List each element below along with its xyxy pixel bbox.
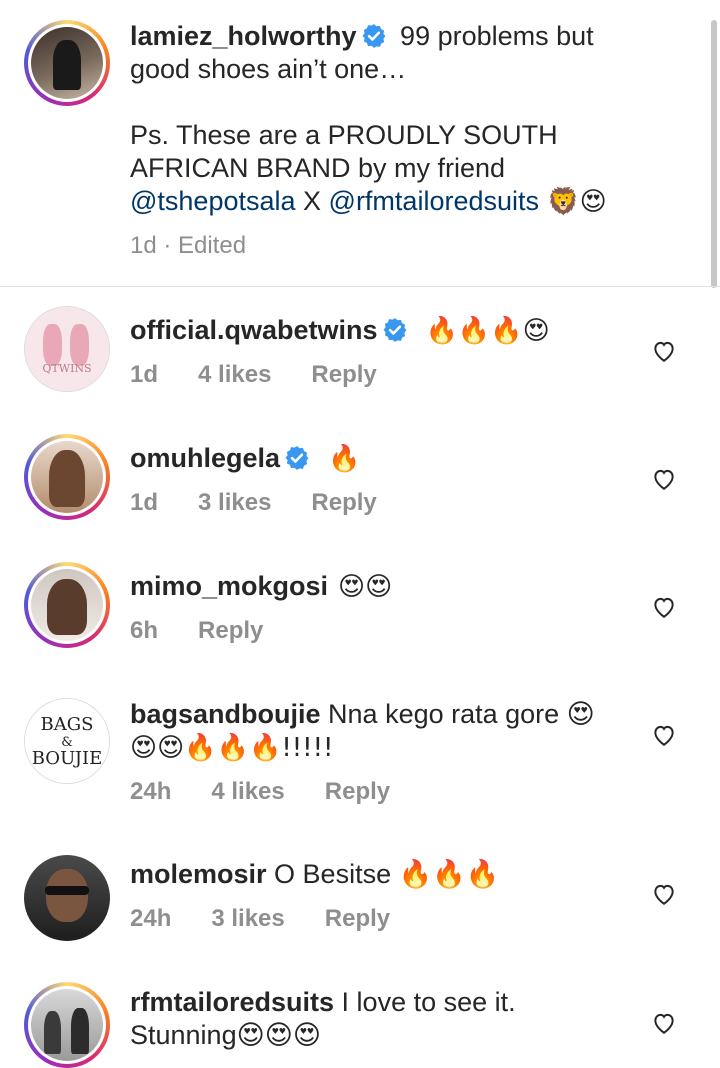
comment-likes[interactable]: 4 likes [211, 778, 284, 805]
heart-icon[interactable] [651, 1010, 677, 1036]
verified-badge-icon [383, 318, 407, 342]
comment-text: official.qwabetwins 🔥🔥🔥😍 [130, 314, 630, 348]
caption-divider [0, 286, 720, 287]
comment-body: I love to see it. [334, 987, 516, 1017]
comment-text: omuhlegela 🔥 [130, 442, 630, 476]
comment-meta: 6h Reply [130, 617, 303, 645]
comment-username[interactable]: molemosir [130, 859, 267, 889]
comment-reply-button[interactable]: Reply [198, 617, 263, 644]
comment-reply-button[interactable]: Reply [311, 361, 376, 388]
scrollbar[interactable] [711, 20, 717, 288]
avatar-qwabetwins[interactable]: QTWINS [24, 306, 110, 392]
avatar-lamiez[interactable] [24, 20, 110, 106]
comment-body: 🔥🔥🔥😍 [425, 316, 550, 346]
caption-joiner: X [295, 186, 329, 216]
comment-meta: 1d 3 likes Reply [130, 489, 417, 517]
heart-icon[interactable] [651, 881, 677, 907]
comment-reply-button[interactable]: Reply [325, 905, 390, 932]
avatar-photo [31, 569, 103, 641]
heart-icon[interactable] [651, 722, 677, 748]
avatar-photo [24, 855, 110, 941]
caption-username[interactable]: lamiez_holworthy [130, 21, 357, 51]
caption-separator: · [156, 232, 179, 259]
verified-badge-icon [362, 24, 386, 48]
avatar-bagsandboujie[interactable]: BAGS & BOUJIE [24, 698, 110, 784]
avatar-molemosir[interactable] [24, 855, 110, 941]
comment-username[interactable]: rfmtailoredsuits [130, 987, 334, 1017]
comment-body: 🔥 [328, 444, 361, 474]
comment-body: Nna kego rata gore 😍 [320, 699, 595, 729]
avatar-photo [31, 27, 103, 99]
avatar-photo [31, 441, 103, 513]
comment-body-line2: 😍😍🔥🔥🔥!!!!! [130, 733, 334, 763]
heart-icon[interactable] [651, 466, 677, 492]
caption-edited: Edited [178, 232, 247, 259]
avatar-photo: QTWINS [25, 307, 109, 391]
comment-username[interactable]: official.qwabetwins [130, 315, 378, 345]
avatar-rfmtailoredsuits[interactable] [24, 982, 110, 1068]
comment-reply-button[interactable]: Reply [311, 489, 376, 516]
comment-time: 24h [130, 905, 172, 932]
bags-logo-text: BAGS & BOUJIE [25, 714, 109, 769]
comment-time: 24h [130, 778, 172, 805]
caption-text: lamiez_holworthy 99 problems but good sh… [130, 20, 630, 219]
comment-username[interactable]: mimo_mokgosi [130, 571, 328, 601]
comment-meta: 24h 3 likes Reply [130, 905, 430, 933]
heart-icon[interactable] [651, 594, 677, 620]
comment-username[interactable]: omuhlegela [130, 443, 280, 473]
comment-time: 6h [130, 617, 159, 644]
comment-reply-button[interactable]: Reply [325, 778, 390, 805]
avatar-mimo[interactable] [24, 562, 110, 648]
comment-text: mimo_mokgosi 😍😍 [130, 570, 630, 604]
bags-logo-line1: BAGS [40, 714, 94, 735]
comment-body-line2: Stunning😍😍😍 [130, 1020, 322, 1050]
mention-rfmtailoredsuits[interactable]: @rfmtailoredsuits [329, 186, 539, 216]
comment-time: 1d [130, 489, 159, 516]
caption-line1: 99 problems but [392, 21, 594, 51]
caption-trail-emoji: 🦁😍 [539, 187, 607, 217]
comment-text: bagsandboujie Nna kego rata gore 😍 😍😍🔥🔥🔥… [130, 698, 630, 765]
bags-logo-line2: BOUJIE [31, 748, 103, 769]
avatar-photo [31, 989, 103, 1061]
mention-tshepotsala[interactable]: @tshepotsala [130, 186, 296, 216]
caption-line3: Ps. These are a PROUDLY SOUTH [130, 120, 558, 150]
comment-meta: 1d 4 likes Reply [130, 361, 417, 389]
heart-icon[interactable] [651, 338, 677, 364]
comment-meta: 24h 4 likes Reply [130, 778, 430, 806]
caption-meta: 1d · Edited [130, 232, 246, 260]
comment-likes[interactable]: 3 likes [198, 489, 271, 516]
caption-time: 1d [130, 232, 157, 259]
verified-badge-icon [285, 446, 309, 470]
qtwins-logo-text: QTWINS [42, 362, 92, 376]
comment-text: molemosir O Besitse 🔥🔥🔥 [130, 858, 630, 891]
comment-likes[interactable]: 4 likes [198, 361, 271, 388]
caption-line4: AFRICAN BRAND by my friend [130, 153, 506, 183]
caption-line2: good shoes ain’t one… [130, 54, 407, 84]
comment-text: rfmtailoredsuits I love to see it. Stunn… [130, 986, 630, 1052]
comment-body: 😍😍 [338, 572, 393, 602]
comment-username[interactable]: bagsandboujie [130, 699, 321, 729]
avatar-photo: BAGS & BOUJIE [25, 699, 109, 783]
post-caption: lamiez_holworthy 99 problems but good sh… [0, 0, 720, 288]
avatar-omuhlegela[interactable] [24, 434, 110, 520]
comment-body: O Besitse 🔥🔥🔥 [266, 859, 500, 889]
comment-time: 1d [130, 361, 159, 388]
comment-likes[interactable]: 3 likes [211, 905, 284, 932]
